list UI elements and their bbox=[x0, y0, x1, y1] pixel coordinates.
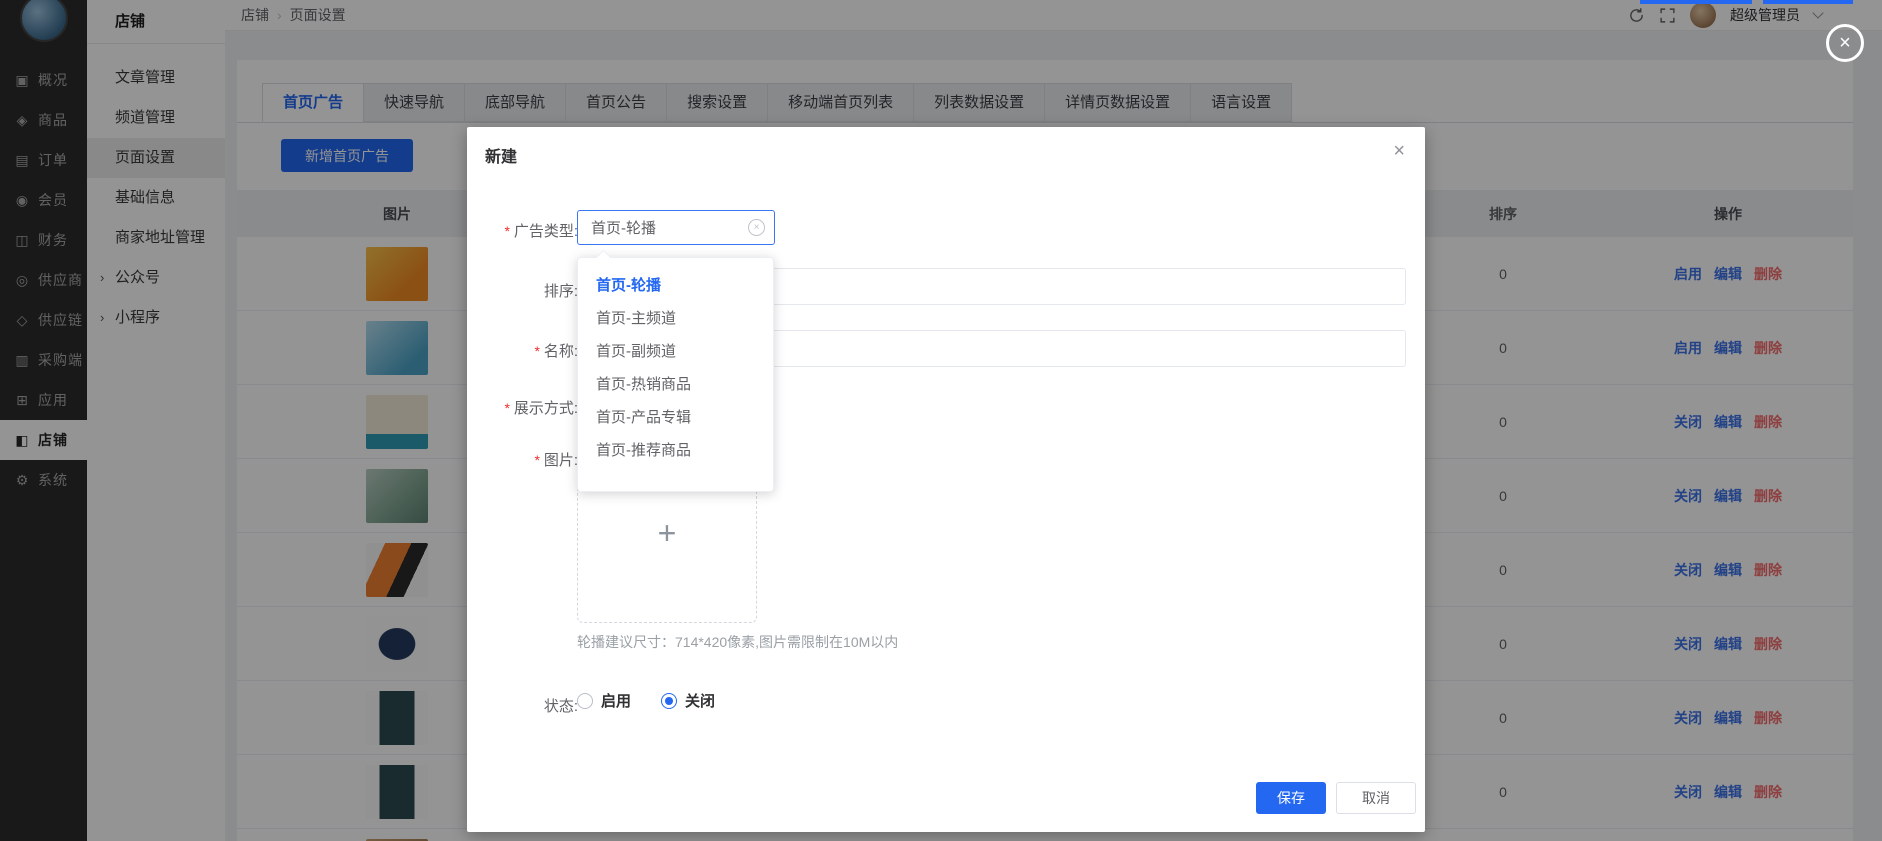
top-progress-bar-segment bbox=[1640, 0, 1752, 4]
dropdown-option[interactable]: 首页-产品专辑 bbox=[578, 401, 773, 434]
modal-title: 新建 bbox=[485, 143, 517, 167]
clear-icon[interactable]: × bbox=[748, 219, 765, 236]
ad-type-dropdown: 首页-轮播首页-主频道首页-副频道首页-热销商品首页-产品专辑首页-推荐商品 bbox=[577, 257, 774, 492]
radio-label: 关闭 bbox=[685, 690, 715, 711]
floating-close-button[interactable]: × bbox=[1826, 24, 1864, 62]
dropdown-option[interactable]: 首页-轮播 bbox=[578, 269, 773, 302]
status-label: 状态: bbox=[467, 695, 578, 716]
name-label: 名称: bbox=[467, 340, 578, 361]
radio-icon bbox=[577, 693, 593, 709]
cancel-button[interactable]: 取消 bbox=[1336, 782, 1416, 814]
ad-type-label: 广告类型: bbox=[467, 220, 578, 241]
top-progress-bar-segment bbox=[1763, 0, 1853, 4]
plus-icon: + bbox=[658, 515, 677, 552]
dropdown-option[interactable]: 首页-副频道 bbox=[578, 335, 773, 368]
upload-hint: 轮播建议尺寸：714*420像素,图片需限制在10M以内 bbox=[577, 632, 898, 652]
dropdown-option[interactable]: 首页-热销商品 bbox=[578, 368, 773, 401]
save-button[interactable]: 保存 bbox=[1256, 782, 1326, 814]
ad-type-selected-value: 首页-轮播 bbox=[578, 217, 748, 238]
image-label: 图片: bbox=[467, 449, 578, 470]
sort-label: 排序: bbox=[467, 280, 578, 301]
radio-icon bbox=[661, 693, 677, 709]
app-root: ▣ 概况 ◈ 商品 ▤ 订单 ◉ 会员 ◫ 财务 ◎ 供应商 ◇ 供应链 ▥ bbox=[0, 0, 1882, 841]
dropdown-option[interactable]: 首页-推荐商品 bbox=[578, 434, 773, 467]
radio-label: 启用 bbox=[601, 690, 631, 711]
display-mode-label: 展示方式: bbox=[467, 397, 578, 418]
dropdown-option[interactable]: 首页-主频道 bbox=[578, 302, 773, 335]
close-icon[interactable]: × bbox=[1393, 141, 1405, 161]
ad-type-select[interactable]: 首页-轮播 × bbox=[577, 210, 775, 245]
status-radio[interactable]: 关闭 bbox=[661, 690, 715, 711]
status-radio[interactable]: 启用 bbox=[577, 690, 631, 711]
